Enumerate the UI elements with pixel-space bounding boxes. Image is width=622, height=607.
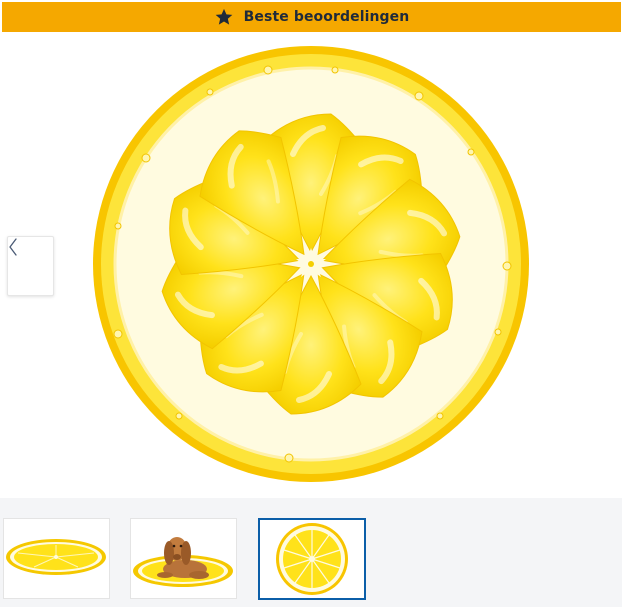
banner-label: Beste beoordelingen bbox=[243, 9, 410, 25]
thumbnail-3[interactable] bbox=[258, 518, 366, 600]
lemon-mat-top-thumbnail bbox=[276, 523, 348, 595]
best-rated-banner: Beste beoordelingen bbox=[2, 2, 621, 32]
star-icon bbox=[215, 8, 232, 25]
thumbnail-1[interactable] bbox=[3, 518, 110, 599]
dog-on-mat-thumbnail bbox=[133, 537, 233, 587]
thumbnail-strip bbox=[0, 498, 622, 607]
main-product-image[interactable] bbox=[0, 32, 622, 498]
previous-image-button[interactable] bbox=[7, 236, 54, 296]
chevron-left-icon bbox=[9, 238, 17, 256]
thumbnail-2[interactable] bbox=[130, 518, 237, 599]
lemon-slice-image bbox=[93, 46, 529, 482]
lemon-mat-angled-thumbnail bbox=[6, 539, 106, 575]
